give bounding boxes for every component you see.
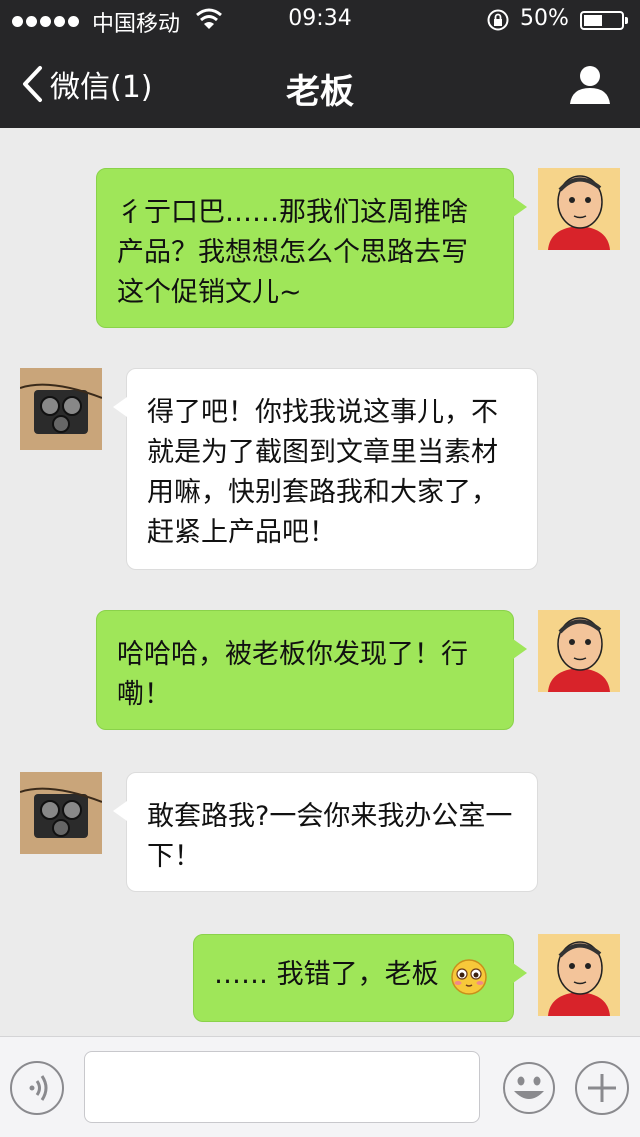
message-bubble-sent[interactable]: …… 我错了，老板	[193, 934, 527, 1022]
plus-icon	[588, 1074, 616, 1102]
message-text: 彳亍口巴……那我们这周推啥产品？我想想怎么个思路去写这个促销文儿~	[117, 197, 468, 308]
chat-area[interactable]: 彳亍口巴……那我们这周推啥产品？我想想怎么个思路去写这个促销文儿~ 得了吧！你找…	[0, 128, 640, 1036]
page-title: 老板	[286, 72, 354, 112]
smiley-icon	[503, 1062, 555, 1114]
message-bubble-sent[interactable]: 彳亍口巴……那我们这周推啥产品？我想想怎么个思路去写这个促销文儿~	[96, 168, 527, 328]
message-text: …… 我错了，老板	[214, 959, 439, 990]
message-bubble-received[interactable]: 得了吧！你找我说这事儿，不就是为了截图到文章里当素材用嘛，快别套路我和大家了，赶…	[113, 368, 538, 570]
emoji-button[interactable]	[502, 1061, 556, 1115]
person-icon[interactable]	[568, 62, 612, 106]
voice-input-button[interactable]	[10, 1061, 64, 1115]
boss-avatar[interactable]	[20, 772, 102, 854]
battery-icon	[580, 11, 628, 30]
message-bubble-received[interactable]: 敢套路我?一会你来我办公室一下！	[113, 772, 538, 892]
input-bar	[0, 1036, 640, 1137]
shy-emoji-icon	[451, 958, 487, 995]
message-text: 敢套路我?一会你来我办公室一下！	[147, 801, 513, 872]
my-avatar[interactable]	[538, 934, 620, 1016]
message-bubble-sent[interactable]: 哈哈哈，被老板你发现了！行嘞！	[96, 610, 527, 730]
my-avatar[interactable]	[538, 168, 620, 250]
status-bar: 中国移动 09:34 50%	[0, 0, 640, 40]
top-bar: 中国移动 09:34 50% 微信(1) 老板	[0, 0, 640, 128]
more-options-button[interactable]	[575, 1061, 629, 1115]
message-text: 得了吧！你找我说这事儿，不就是为了截图到文章里当素材用嘛，快别套路我和大家了，赶…	[147, 397, 498, 548]
voice-icon	[29, 1075, 48, 1101]
message-text: 哈哈哈，被老板你发现了！行嘞！	[117, 639, 468, 710]
battery-percentage: 50%	[520, 6, 569, 31]
navigation-bar: 微信(1) 老板	[0, 40, 640, 128]
message-input[interactable]	[84, 1051, 480, 1123]
my-avatar[interactable]	[538, 610, 620, 692]
rotation-lock-icon	[487, 9, 509, 31]
boss-avatar[interactable]	[20, 368, 102, 450]
